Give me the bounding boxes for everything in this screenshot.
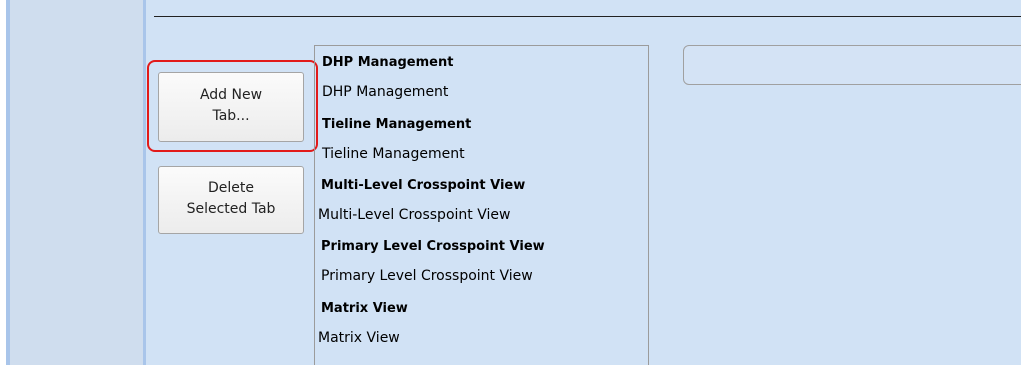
tab-name-field[interactable] bbox=[683, 45, 1021, 85]
list-item[interactable]: Matrix View bbox=[318, 329, 400, 347]
list-item[interactable]: DHP Management bbox=[322, 83, 448, 101]
list-item[interactable]: Tieline Management bbox=[322, 145, 465, 163]
section-divider bbox=[154, 16, 1021, 17]
list-item-header[interactable]: Primary Level Crosspoint View bbox=[321, 238, 545, 256]
list-item-header[interactable]: DHP Management bbox=[322, 54, 453, 72]
list-item-header[interactable]: Tieline Management bbox=[322, 116, 471, 134]
delete-selected-tab-button[interactable]: Delete Selected Tab bbox=[158, 166, 304, 234]
list-item[interactable]: Primary Level Crosspoint View bbox=[321, 267, 533, 285]
highlight-box bbox=[147, 60, 318, 152]
navigation-pane bbox=[10, 0, 143, 365]
window: Add New Tab... Delete Selected Tab DHP M… bbox=[0, 0, 1021, 365]
list-item-header[interactable]: Multi-Level Crosspoint View bbox=[321, 177, 525, 195]
list-item[interactable]: Multi-Level Crosspoint View bbox=[318, 206, 510, 224]
list-item-header[interactable]: Matrix View bbox=[321, 300, 408, 318]
tab-list[interactable]: DHP Management DHP Management Tieline Ma… bbox=[314, 45, 649, 365]
